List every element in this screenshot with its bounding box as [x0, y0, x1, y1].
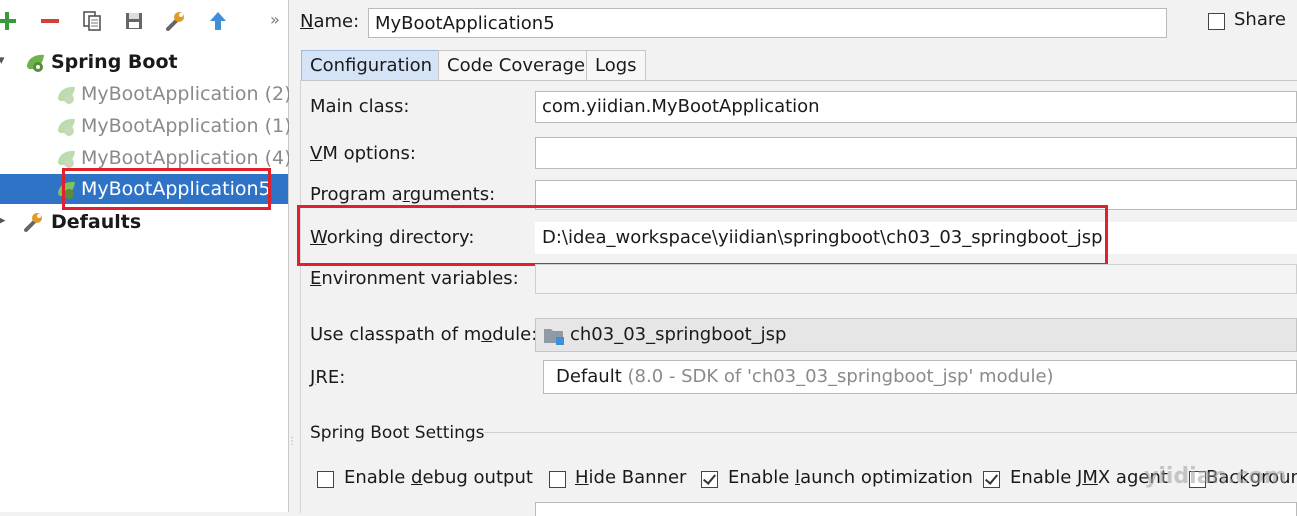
- configuration-editor-pane: Name: MyBootApplication5 Share Configura…: [287, 0, 1297, 516]
- splitter-handle-icon[interactable]: ⋮: [287, 437, 297, 447]
- watermark: yiidian.com: [1144, 464, 1287, 489]
- hide-banner-label: Hide Banner: [575, 467, 687, 488]
- name-input[interactable]: MyBootApplication5: [368, 8, 1167, 38]
- jre-dropdown[interactable]: Default (8.0 - SDK of 'ch03_03_springboo…: [543, 360, 1297, 394]
- bottom-input-partial[interactable]: [535, 502, 1297, 516]
- save-configuration-button[interactable]: [121, 8, 147, 34]
- defaults-wrench-icon: [24, 213, 42, 232]
- enable-jmx-agent-checkbox[interactable]: [983, 471, 1000, 488]
- spring-boot-faded-icon: [58, 150, 75, 168]
- classpath-module-label: Use classpath of module:: [310, 324, 538, 345]
- enable-launch-optimization-checkbox[interactable]: [701, 471, 718, 488]
- tree-group-label: Spring Boot: [51, 51, 178, 73]
- main-class-label: Main class:: [310, 96, 410, 117]
- tree-item-label: MyBootApplication (2): [81, 83, 292, 105]
- vm-options-label: VM options:: [310, 143, 416, 164]
- tab-code-coverage[interactable]: Code Coverage: [438, 50, 595, 81]
- save-icon: [126, 13, 142, 29]
- arrow-up-icon: [210, 12, 226, 30]
- program-arguments-label: Program arguments:: [310, 184, 496, 205]
- edit-defaults-button[interactable]: [163, 8, 189, 34]
- tree-defaults-label: Defaults: [51, 211, 142, 233]
- main-class-input[interactable]: com.yiidian.MyBootApplication: [535, 91, 1297, 123]
- spring-boot-icon: [27, 54, 44, 72]
- share-label: Share: [1234, 9, 1286, 30]
- tab-logs[interactable]: Logs: [586, 50, 646, 81]
- add-configuration-button[interactable]: [0, 8, 20, 34]
- module-folder-icon: [544, 329, 564, 345]
- vm-options-input[interactable]: [535, 137, 1297, 169]
- name-label: Name:: [300, 11, 360, 32]
- plus-icon: [0, 12, 16, 30]
- move-up-button[interactable]: [205, 8, 231, 34]
- wrench-icon: [166, 12, 184, 31]
- jre-value: Default: [556, 366, 622, 387]
- environment-variables-label: Environment variables:: [310, 268, 519, 289]
- classpath-module-value: ch03_03_springboot_jsp: [570, 324, 787, 345]
- jre-label: JRE:: [310, 367, 346, 388]
- highlight-box-selected-config: [62, 168, 271, 210]
- spring-boot-settings-title: Spring Boot Settings: [310, 423, 485, 443]
- classpath-module-dropdown[interactable]: ch03_03_springboot_jsp: [535, 318, 1297, 352]
- enable-debug-output-label: Enable debug output: [344, 467, 533, 488]
- expand-chevron-icon[interactable]: ▾: [0, 46, 5, 76]
- tree-group-spring-boot[interactable]: ▾ Spring Boot: [0, 47, 288, 77]
- run-config-tree-pane: » ▾ Spring Boot MyBootApplication (2) My…: [0, 0, 292, 512]
- more-toolbar-chevron-icon[interactable]: »: [270, 10, 280, 29]
- tree-item-config-1[interactable]: MyBootApplication (1): [0, 111, 292, 141]
- spring-boot-faded-icon: [58, 86, 75, 104]
- collapse-chevron-icon[interactable]: ▸: [0, 206, 6, 236]
- jre-detail: (8.0 - SDK of 'ch03_03_springboot_jsp' m…: [621, 366, 1054, 387]
- tree-item-config-2[interactable]: MyBootApplication (2): [0, 79, 292, 109]
- remove-configuration-button[interactable]: [37, 8, 63, 34]
- hide-banner-checkbox[interactable]: [549, 471, 566, 488]
- highlight-box-working-directory: [297, 205, 1108, 266]
- enable-launch-optimization-label: Enable launch optimization: [728, 467, 973, 488]
- share-checkbox[interactable]: [1208, 13, 1225, 30]
- enable-debug-output-checkbox[interactable]: [317, 471, 334, 488]
- settings-separator: [484, 432, 1297, 433]
- copy-configuration-button[interactable]: [79, 8, 105, 34]
- minus-icon: [41, 19, 59, 23]
- tree-group-defaults[interactable]: ▸ Defaults: [0, 207, 288, 237]
- environment-variables-input[interactable]: [535, 264, 1297, 294]
- spring-boot-faded-icon: [58, 118, 75, 136]
- tab-configuration[interactable]: Configuration: [301, 50, 442, 81]
- copy-icon: [83, 11, 101, 31]
- tree-item-label: MyBootApplication (1): [81, 115, 292, 137]
